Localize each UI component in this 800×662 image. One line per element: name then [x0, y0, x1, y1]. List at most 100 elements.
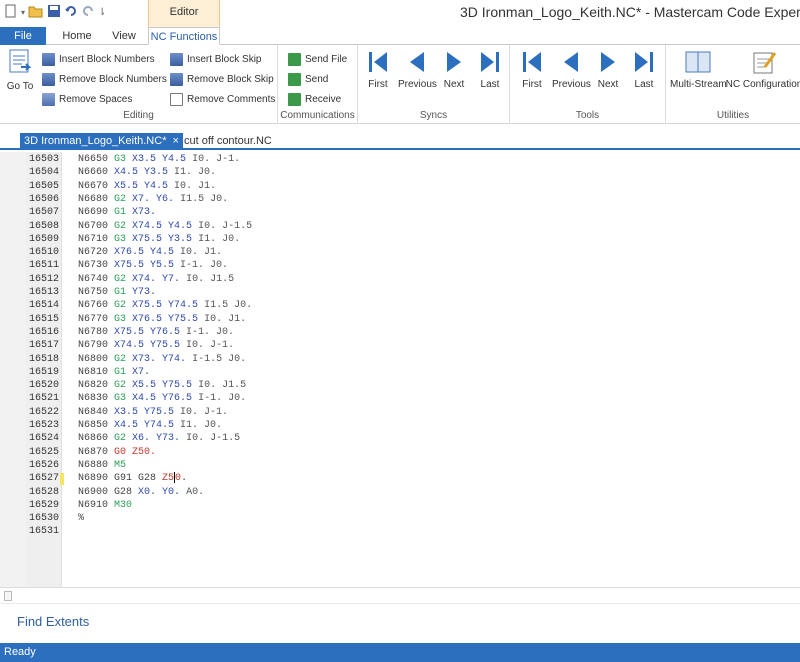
line-number: 16523: [28, 420, 59, 431]
dropdown-icon[interactable]: ▾: [21, 5, 25, 21]
code-token: X74.5: [132, 220, 169, 232]
syncs-first-button[interactable]: First: [366, 49, 390, 90]
code-token: Y73.: [156, 433, 187, 445]
code-line[interactable]: N6870 G0 Z50.: [78, 446, 156, 459]
line-number: 16510: [28, 247, 59, 259]
remove-block-numbers-icon: [42, 72, 55, 86]
code-line[interactable]: N6860 G2 X6. Y73. I0. J-1.5: [78, 432, 240, 445]
customize-qat-icon[interactable]: ⇂: [98, 5, 106, 21]
insert-block-numbers-button[interactable]: Insert Block Numbers: [42, 51, 155, 67]
syncs-previous-button[interactable]: Previous: [398, 49, 437, 90]
code-line[interactable]: N6760 G2 X75.5 Y74.5 I1.5 J0.: [78, 299, 252, 312]
code-token: I1. J0.: [198, 233, 241, 245]
save-icon[interactable]: [47, 4, 61, 23]
scroll-left-icon[interactable]: [4, 591, 12, 601]
remove-block-skip-button[interactable]: Remove Block Skip: [170, 71, 274, 87]
doc-tab-cut-off-contour[interactable]: cut off contour.NC: [180, 133, 276, 150]
code-line[interactable]: N6720 X76.5 Y4.5 I0. J1.: [78, 246, 222, 259]
code-token: Y0.: [162, 486, 187, 498]
code-token: I0. J1.: [180, 247, 223, 259]
syncs-last-button[interactable]: Last: [478, 49, 502, 90]
code-line[interactable]: N6700 G2 X74.5 Y4.5 I0. J-1.5: [78, 220, 252, 233]
line-number: 16529: [28, 499, 59, 511]
receive-button[interactable]: Receive: [288, 91, 341, 107]
close-icon[interactable]: ×: [173, 135, 179, 147]
find-extents-link[interactable]: Find Extents: [17, 614, 89, 629]
code-token: M30: [114, 499, 133, 511]
code-line[interactable]: N6750 G1 Y73.: [78, 286, 156, 299]
code-token: N6850: [78, 420, 115, 431]
code-editor[interactable]: 16503 N6650 G3 X3.5 Y4.5 I0. J-1. 16504 N66…: [0, 152, 800, 587]
multi-stream-button[interactable]: Multi-Stream: [670, 49, 727, 90]
code-line[interactable]: N6710 G3 X75.5 Y3.5 I1. J0.: [78, 233, 240, 246]
code-token: G2: [114, 193, 133, 205]
syncs-next-button[interactable]: Next: [442, 49, 466, 90]
code-token: X7.: [132, 193, 157, 205]
receive-icon: [288, 92, 301, 106]
code-token: G3: [114, 393, 133, 405]
code-token: Y75.5: [168, 313, 205, 325]
send-button[interactable]: Send: [288, 71, 328, 87]
tab-file[interactable]: File: [0, 27, 46, 45]
remove-spaces-button[interactable]: Remove Spaces: [42, 91, 132, 107]
code-line[interactable]: N6910 M30: [78, 499, 132, 512]
tools-next-button[interactable]: Next: [596, 49, 620, 90]
code-line[interactable]: N6650 G3 X3.5 Y4.5 I0. J-1.: [78, 153, 240, 166]
code-token: X75.5: [132, 233, 169, 245]
code-line[interactable]: N6730 X75.5 Y5.5 I-1. J0.: [78, 259, 228, 272]
horizontal-scrollbar[interactable]: [0, 588, 800, 604]
code-line[interactable]: N6890 G91 G28 Z50.: [78, 472, 187, 485]
code-token: I0. J-1.5: [198, 220, 253, 232]
code-line[interactable]: N6790 X74.5 Y75.5 I0. J-1.: [78, 339, 234, 352]
tools-previous-button[interactable]: Previous: [552, 49, 591, 90]
tools-first-button[interactable]: First: [520, 49, 544, 90]
doc-tab-ironman[interactable]: 3D Ironman_Logo_Keith.NC* ×: [20, 133, 183, 150]
code-token: N6830: [78, 393, 115, 405]
nc-configuration-button[interactable]: NC Configuration: [726, 49, 800, 90]
new-icon[interactable]: [4, 4, 18, 23]
code-line[interactable]: N6820 G2 X5.5 Y75.5 I0. J1.5: [78, 379, 246, 392]
code-line[interactable]: N6770 G3 X76.5 Y75.5 I0. J1.: [78, 313, 246, 326]
code-line[interactable]: N6840 X3.5 Y75.5 I0. J-1.: [78, 406, 228, 419]
tab-home[interactable]: Home: [54, 27, 100, 45]
code-line[interactable]: N6780 X75.5 Y76.5 I-1. J0.: [78, 326, 234, 339]
code-line[interactable]: N6810 G1 X7.: [78, 366, 150, 379]
line-number: 16522: [28, 406, 59, 418]
line-number: 16514: [28, 300, 59, 312]
open-icon[interactable]: [28, 4, 44, 23]
code-token: X3.5: [114, 406, 145, 418]
code-line[interactable]: N6740 G2 X74. Y7. I0. J1.5: [78, 273, 234, 286]
code-line[interactable]: %: [78, 512, 84, 525]
code-line[interactable]: N6680 G2 X7. Y6. I1.5 J0.: [78, 193, 228, 206]
quick-access-toolbar: ▾ ⇂: [4, 4, 106, 23]
goto-icon: [9, 49, 32, 73]
code-line[interactable]: N6800 G2 X73. Y74. I-1.5 J0.: [78, 353, 246, 366]
code-token: G3: [114, 313, 133, 325]
code-line[interactable]: N6830 G3 X4.5 Y76.5 I-1. J0.: [78, 392, 246, 405]
code-line[interactable]: N6900 G28 X0. Y0. A0.: [78, 486, 204, 499]
line-number: 16508: [28, 220, 59, 232]
redo-icon[interactable]: [81, 4, 95, 23]
code-token: I0. J-1.: [192, 154, 241, 165]
code-token: X74.: [132, 273, 163, 285]
line-number: 16506: [28, 193, 59, 205]
code-token: G3: [114, 154, 133, 165]
send-file-button[interactable]: Send File: [288, 51, 347, 67]
code-line[interactable]: N6880 M5: [78, 459, 126, 472]
code-line[interactable]: N6690 G1 X73.: [78, 206, 156, 219]
goto-button[interactable]: Go To: [4, 49, 36, 92]
code-token: Y6.: [156, 193, 181, 205]
remove-comments-button[interactable]: Remove Comments: [170, 91, 275, 107]
tab-view[interactable]: View: [103, 27, 145, 45]
code-line[interactable]: N6660 X4.5 Y3.5 I1. J0.: [78, 166, 216, 179]
code-token: G2: [114, 273, 133, 285]
code-line[interactable]: N6670 X5.5 Y4.5 I0. J1.: [78, 180, 216, 193]
remove-block-numbers-button[interactable]: Remove Block Numbers: [42, 71, 167, 87]
insert-block-skip-button[interactable]: Insert Block Skip: [170, 51, 261, 67]
code-token: G28: [114, 486, 139, 498]
line-number: 16505: [28, 180, 59, 192]
tools-last-button[interactable]: Last: [632, 49, 656, 90]
undo-icon[interactable]: [64, 4, 78, 23]
code-line[interactable]: N6850 X4.5 Y74.5 I1. J0.: [78, 419, 222, 432]
tab-nc-functions[interactable]: NC Functions: [148, 27, 220, 45]
